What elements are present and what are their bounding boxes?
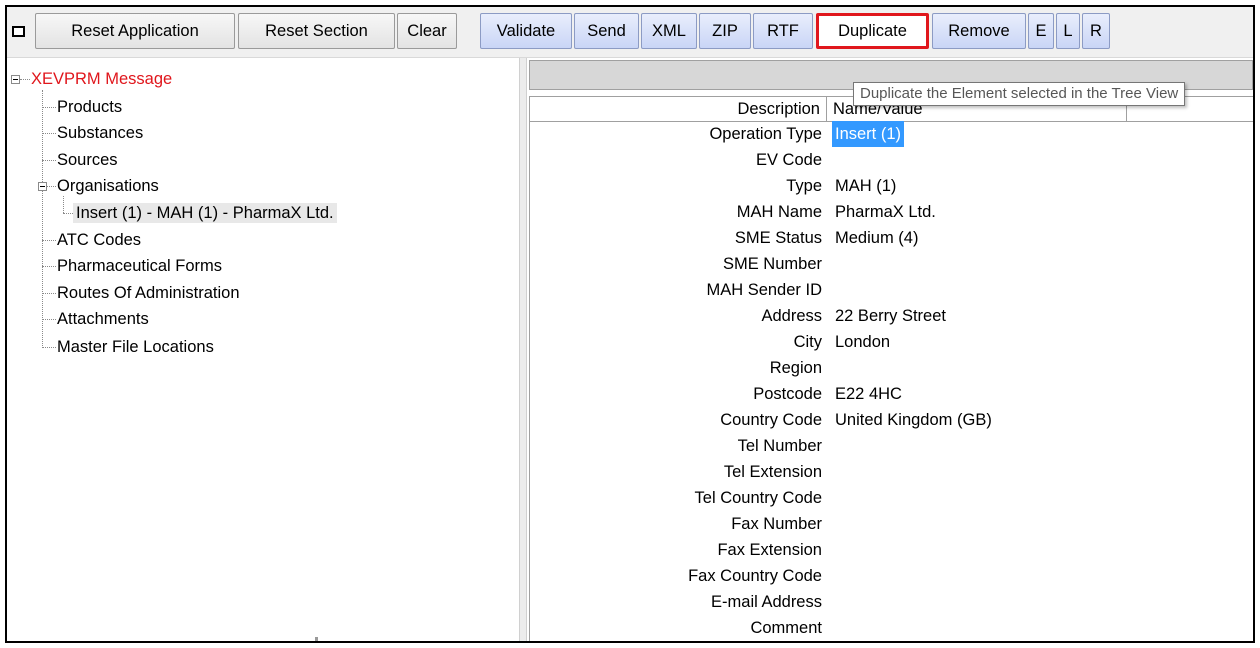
property-row[interactable]: SME Number — [530, 251, 1253, 277]
tree-connector — [42, 107, 56, 108]
property-grid[interactable]: Description Name/Value Operation Type Ins… — [529, 96, 1253, 641]
collapse-toggle-button[interactable] — [12, 26, 25, 37]
property-label: E-mail Address — [711, 593, 822, 611]
properties-panel: Description Name/Value Operation Type Ins… — [527, 58, 1253, 641]
tree-item-routes-of-administration[interactable]: Routes Of Administration — [57, 283, 240, 303]
splitter[interactable] — [519, 58, 527, 641]
tree-connector — [42, 293, 56, 294]
collapse-root-icon[interactable] — [11, 75, 20, 84]
property-value[interactable]: London — [835, 329, 890, 355]
property-row[interactable]: Address 22 Berry Street — [530, 303, 1253, 329]
remove-button[interactable]: Remove — [932, 13, 1026, 49]
tree-connector — [42, 160, 56, 161]
property-row[interactable]: EV Code — [530, 147, 1253, 173]
property-value[interactable]: Insert (1) — [832, 121, 905, 147]
property-row[interactable]: SME Status Medium (4) — [530, 225, 1253, 251]
property-label: Operation Type — [709, 125, 822, 143]
property-row[interactable]: Tel Extension — [530, 459, 1253, 485]
property-label: Tel Country Code — [694, 489, 822, 507]
xml-button[interactable]: XML — [641, 13, 697, 49]
property-value[interactable]: E22 4HC — [835, 381, 902, 407]
tree-connector — [20, 79, 30, 80]
property-row[interactable]: Fax Country Code — [530, 563, 1253, 589]
property-label: Fax Number — [731, 515, 822, 533]
property-value[interactable]: Medium (4) — [835, 225, 918, 251]
tree-view[interactable]: XEVPRM Message Products Substances Sourc… — [7, 58, 519, 641]
tree-connector — [42, 133, 56, 134]
property-row[interactable]: MAH Sender ID — [530, 277, 1253, 303]
property-label: SME Status — [734, 229, 822, 247]
property-row[interactable]: Fax Number — [530, 511, 1253, 537]
property-row[interactable]: Operation Type Insert (1) — [530, 121, 1253, 147]
tree-item-substances[interactable]: Substances — [57, 123, 143, 143]
duplicate-button[interactable]: Duplicate — [816, 13, 929, 49]
property-row[interactable]: Type MAH (1) — [530, 173, 1253, 199]
clear-button[interactable]: Clear — [397, 13, 457, 49]
l-button[interactable]: L — [1056, 13, 1080, 49]
property-label: Region — [769, 359, 822, 377]
property-label: Country Code — [720, 411, 822, 429]
reset-section-button[interactable]: Reset Section — [238, 13, 395, 49]
property-row[interactable]: Tel Number — [530, 433, 1253, 459]
property-label: Postcode — [753, 385, 822, 403]
property-value[interactable]: PharmaX Ltd. — [835, 199, 936, 225]
tree-item-products[interactable]: Products — [57, 97, 122, 117]
property-row[interactable]: MAH Name PharmaX Ltd. — [530, 199, 1253, 225]
tree-item-insert-mah-pharmax[interactable]: Insert (1) - MAH (1) - PharmaX Ltd. — [73, 203, 337, 223]
tree-item-sources[interactable]: Sources — [57, 150, 118, 170]
tree-connector — [42, 240, 56, 241]
rtf-button[interactable]: RTF — [753, 13, 813, 49]
tree-connector — [63, 196, 64, 213]
property-row[interactable]: Tel Country Code — [530, 485, 1253, 511]
property-label: Type — [786, 177, 822, 195]
collapse-organisations-icon[interactable] — [38, 182, 47, 191]
tree-connector — [47, 186, 56, 187]
property-label: MAH Name — [736, 203, 822, 221]
property-row[interactable]: Fax Extension — [530, 537, 1253, 563]
property-label: MAH Sender ID — [706, 281, 822, 299]
tree-connector — [63, 213, 73, 214]
r-button[interactable]: R — [1082, 13, 1110, 49]
zip-button[interactable]: ZIP — [699, 13, 751, 49]
property-value[interactable]: 22 Berry Street — [835, 303, 946, 329]
property-label: City — [793, 333, 822, 351]
tree-item-organisations[interactable]: Organisations — [57, 176, 159, 196]
duplicate-tooltip: Duplicate the Element selected in the Tr… — [853, 82, 1186, 106]
tree-connector — [42, 319, 56, 320]
property-row[interactable]: City London — [530, 329, 1253, 355]
property-label: Address — [761, 307, 822, 325]
tree-connector — [42, 90, 43, 348]
property-label: Fax Country Code — [688, 567, 822, 585]
validate-button[interactable]: Validate — [480, 13, 572, 49]
tree-item-atc-codes[interactable]: ATC Codes — [57, 230, 141, 250]
tree-root-node[interactable]: XEVPRM Message — [31, 69, 172, 89]
property-label: Comment — [750, 619, 822, 637]
tree-item-pharmaceutical-forms[interactable]: Pharmaceutical Forms — [57, 256, 222, 276]
property-value[interactable]: MAH (1) — [835, 173, 896, 199]
property-label: SME Number — [722, 255, 822, 273]
property-value[interactable]: United Kingdom (GB) — [835, 407, 992, 433]
property-row[interactable]: Region — [530, 355, 1253, 381]
tree-connector — [42, 266, 56, 267]
property-row[interactable]: Country Code United Kingdom (GB) — [530, 407, 1253, 433]
tree-connector — [42, 347, 56, 348]
property-row[interactable]: E-mail Address — [530, 589, 1253, 615]
toolbar: Reset Application Reset Section Clear Va… — [7, 7, 1253, 58]
tree-item-master-file-locations[interactable]: Master File Locations — [57, 337, 214, 357]
property-label: Fax Extension — [717, 541, 822, 559]
e-button[interactable]: E — [1028, 13, 1054, 49]
column-header-description[interactable]: Description — [530, 97, 827, 121]
send-button[interactable]: Send — [574, 13, 639, 49]
property-label: Tel Number — [737, 437, 822, 455]
resize-grip-icon — [315, 637, 318, 641]
reset-application-button[interactable]: Reset Application — [35, 13, 235, 49]
tree-item-attachments[interactable]: Attachments — [57, 309, 149, 329]
property-label: Tel Extension — [723, 463, 822, 481]
property-label: EV Code — [755, 151, 822, 169]
property-row[interactable]: Postcode E22 4HC — [530, 381, 1253, 407]
property-row[interactable]: Comment — [530, 615, 1253, 641]
